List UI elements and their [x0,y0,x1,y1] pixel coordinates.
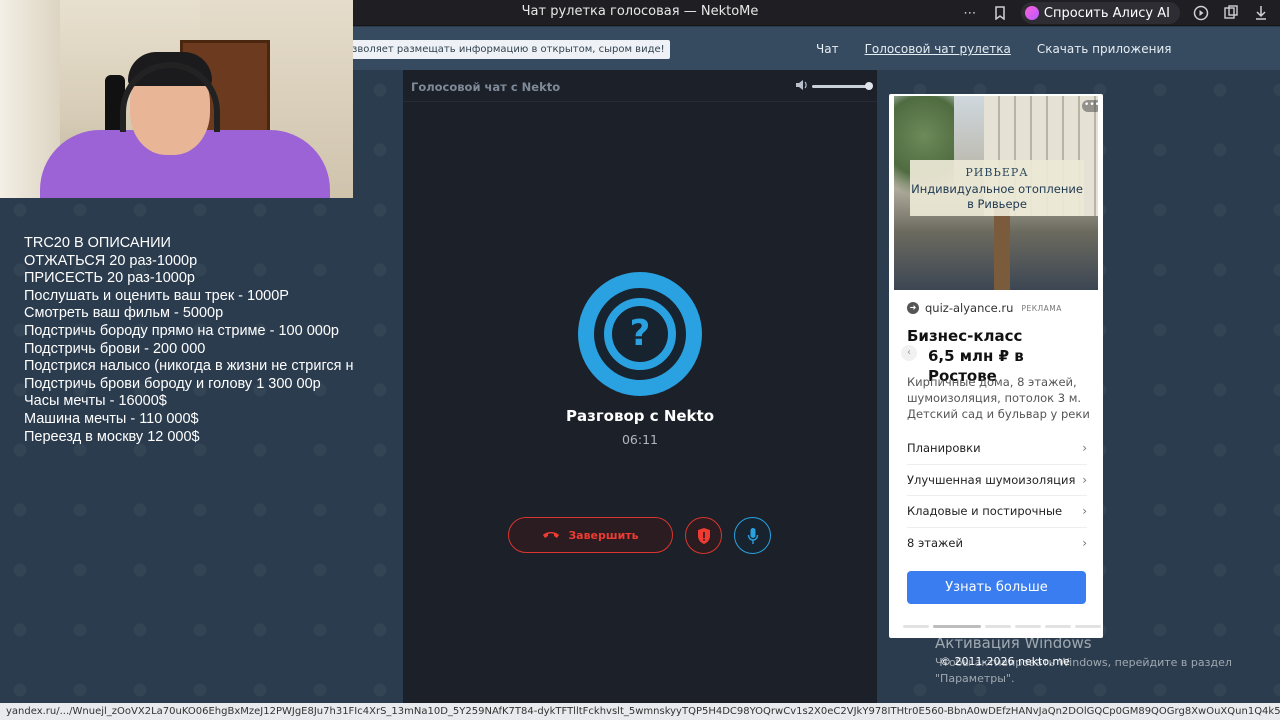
end-call-button[interactable]: Завершить [508,517,673,553]
voice-chat-panel: Голосовой чат с Nekto ? Разговор с Nekto… [403,70,877,703]
chevron-right-icon: › [1082,504,1087,519]
notice-banner: зволяет размещать информацию в открытом,… [352,40,670,59]
download-icon[interactable] [1252,4,1270,22]
ad-link-item[interactable]: Планировки › [907,433,1087,465]
alisa-button[interactable]: Спросить Алису AI [1020,2,1180,24]
question-mark-icon: ? [612,306,668,362]
browser-actions: ⋯ Спросить Алису AI [961,2,1270,24]
microphone-button[interactable] [734,517,771,554]
site-nav: Чат Голосовой чат рулетка Скачать прилож… [816,42,1171,56]
donation-line: Подстрися налысо (никогда в жизни не стр… [24,358,354,375]
ad-domain: quiz-alyance.ru [925,301,1014,315]
phone-hangup-icon [542,528,560,543]
ad-description: Кирпичные дома, 8 этажей, шумоизоляция, … [907,375,1090,421]
collections-icon[interactable] [1222,4,1240,22]
donation-line: Переезд в москву 12 000$ [24,428,200,445]
webcam-overlay [0,0,353,198]
call-timer: 06:11 [621,432,659,447]
alisa-icon [1024,6,1039,20]
donation-line: Смотреть ваш фильм - 5000р [24,305,224,322]
chevron-left-icon[interactable]: ‹ [901,345,917,361]
stream-donation-list: TRC20 В ОПИСАНИИ ОТЖАТЬСЯ 20 раз-1000р П… [24,235,376,446]
ad-menu-icon[interactable]: ••• [1082,100,1098,112]
donation-line: Часы мечты - 16000$ [24,393,167,410]
nav-download-apps[interactable]: Скачать приложения [1037,42,1172,56]
ad-image-caption: РИВЬЕРА Индивидуальное отопление в Ривье… [910,160,1084,216]
ad-image[interactable]: РИВЬЕРА Индивидуальное отопление в Ривье… [894,96,1098,290]
donation-line: ПРИСЕСТЬ 20 раз-1000р [24,270,195,287]
end-call-label: Завершить [568,528,639,542]
advertisement[interactable]: РИВЬЕРА Индивидуальное отопление в Ривье… [889,94,1103,638]
panel-header: Голосовой чат с Nekto [403,70,877,102]
unknown-user-avatar: ? [578,272,702,396]
report-button[interactable] [685,517,722,554]
nav-voice-chat[interactable]: Голосовой чат рулетка [865,42,1011,56]
bookmark-icon[interactable] [991,4,1009,22]
volume-slider[interactable] [812,85,870,88]
volume-icon[interactable] [795,79,808,94]
panel-title: Голосовой чат с Nekto [411,80,561,94]
chevron-right-icon: › [1082,472,1087,487]
donation-line: Послушать и оценить ваш трек - 1000Р [24,287,289,304]
ad-link-item[interactable]: 8 этажей › [907,528,1087,560]
copyright: © 2011-2026 nekto.me [940,655,1070,668]
chevron-right-icon: › [1082,536,1087,551]
ad-domain-row[interactable]: ➜ quiz-alyance.ru РЕКЛАМА [907,301,1062,315]
microphone-icon [747,527,758,544]
donation-line: Подстричь бороду прямо на стриме - 100 0… [24,322,339,339]
screen-icon[interactable] [1192,4,1210,22]
donation-line: Машина мечты - 110 000$ [24,410,199,427]
ad-slogan: Индивидуальное отопление в Ривьере [911,182,1083,211]
status-bar-url: yandex.ru/.../Wnuejl_zOoVX2La70uKO06EhgB… [0,703,1280,720]
arrow-right-icon: ➜ [907,302,919,314]
alisa-label: Спросить Алису AI [1043,5,1170,21]
donation-line: ОТЖАТЬСЯ 20 раз-1000р [24,252,198,269]
ad-links: Планировки › Улучшенная шумоизоляция › Кла… [907,433,1087,559]
conversation-title: Разговор с Nekto [565,407,715,425]
shield-icon [697,527,710,544]
more-icon[interactable]: ⋯ [961,4,979,22]
ad-cta-button[interactable]: Узнать больше [907,571,1086,604]
ad-link-item[interactable]: Улучшенная шумоизоляция › [907,465,1087,496]
ad-carousel-dots [903,625,1101,628]
chevron-right-icon: › [1082,441,1087,456]
ad-brand: РИВЬЕРА [965,166,1029,179]
donation-line: Подстричь брови - 200 000 [24,340,206,357]
nav-chat[interactable]: Чат [816,42,839,56]
ad-label: РЕКЛАМА [1021,303,1062,313]
ad-link-item[interactable]: Кладовые и постирочные › [907,496,1087,528]
donation-line: TRC20 В ОПИСАНИИ [24,235,171,251]
volume-slider-handle[interactable] [865,82,873,90]
donation-line: Подстричь брови бороду и голову 1 300 00… [24,375,321,392]
